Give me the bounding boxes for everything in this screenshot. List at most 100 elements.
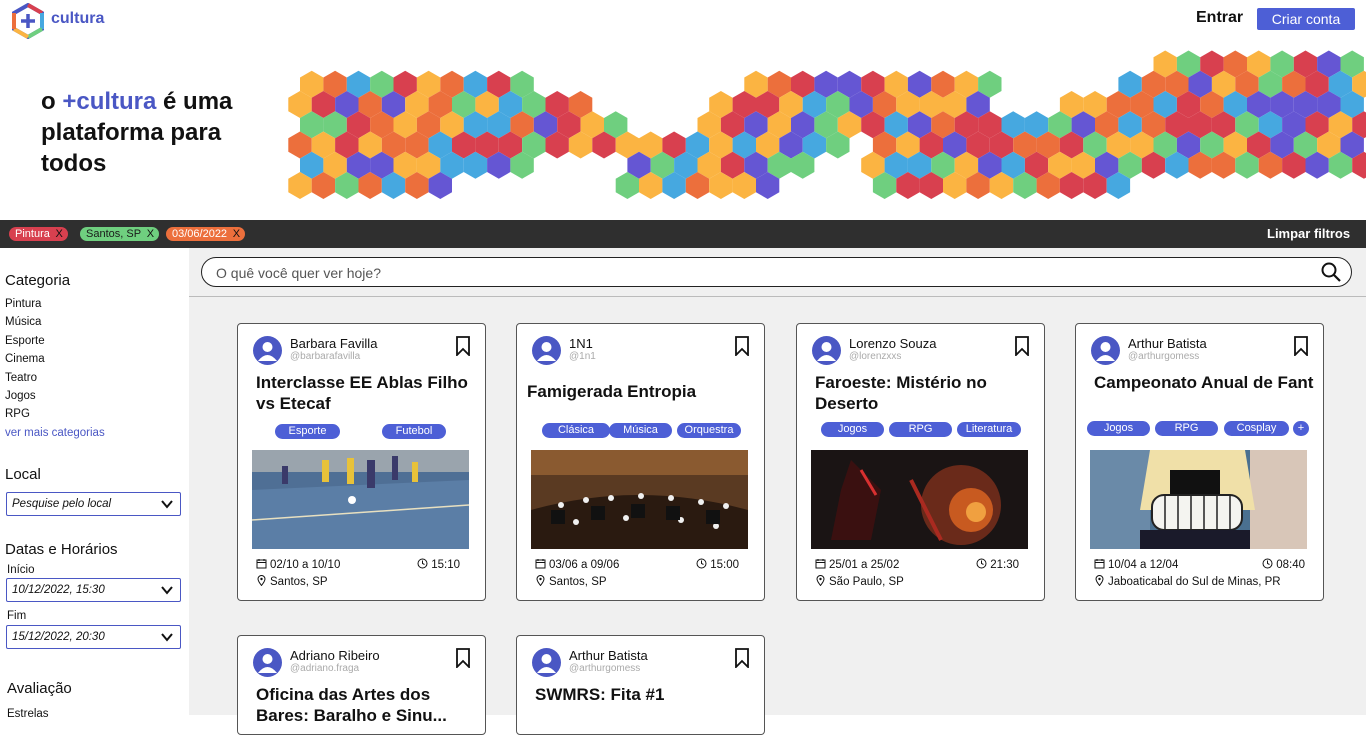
category-item[interactable]: Jogos [5, 390, 36, 402]
brand-name[interactable]: cultura [51, 10, 104, 28]
user-avatar-icon[interactable] [812, 336, 841, 365]
filter-chip-date[interactable]: 03/06/2022 X [166, 227, 246, 241]
event-dates: 03/06 a 09/06 [535, 558, 619, 571]
user-avatar-icon[interactable] [253, 336, 282, 365]
start-date-label: Início [7, 564, 35, 576]
event-photo-futsal[interactable] [252, 450, 469, 549]
tag[interactable]: Jogos [1087, 421, 1150, 436]
filter-chip-label: Pintura [15, 228, 50, 240]
login-link[interactable]: Entrar [1196, 9, 1243, 27]
event-date-range: 03/06 a 09/06 [549, 559, 620, 571]
tag[interactable]: Literatura [957, 422, 1021, 437]
bookmark-icon[interactable] [455, 336, 471, 356]
location-select[interactable]: Pesquise pelo local [6, 492, 181, 516]
event-location: São Paulo, SP [815, 575, 904, 588]
logo-hexagon-icon[interactable] [10, 3, 46, 39]
more-categories-link[interactable]: ver mais categorias [5, 427, 105, 439]
category-item[interactable]: Cinema [5, 353, 45, 365]
event-time: 15:00 [696, 558, 739, 571]
bookmark-icon[interactable] [734, 648, 750, 668]
event-location-value: Santos, SP [549, 576, 607, 588]
user-avatar-icon[interactable] [253, 648, 282, 677]
hero-title-accent: +cultura [62, 88, 157, 115]
event-photo-cosplay[interactable] [1090, 450, 1307, 549]
chevron-down-icon [161, 500, 173, 509]
end-date-value: 15/12/2022, 20:30 [12, 631, 105, 643]
tag[interactable]: Cosplay [1224, 421, 1289, 436]
hero-title-line3: todos [41, 150, 107, 177]
user-avatar-icon[interactable] [532, 336, 561, 365]
tag[interactable]: Música [609, 423, 672, 438]
event-location: Jaboaticabal do Sul de Minas, PR [1094, 575, 1281, 588]
bookmark-icon[interactable] [1014, 336, 1030, 356]
category-item[interactable]: Pintura [5, 298, 41, 310]
event-time: 15:10 [417, 558, 460, 571]
event-title[interactable]: Interclasse EE Ablas Filho vs Etecaf [256, 372, 476, 414]
end-date-select[interactable]: 15/12/2022, 20:30 [6, 625, 181, 649]
event-date-range: 10/04 a 12/04 [1108, 559, 1179, 571]
user-avatar-icon[interactable] [1091, 336, 1120, 365]
bookmark-icon[interactable] [1293, 336, 1309, 356]
event-title[interactable]: Faroeste: Mistério no Deserto [815, 372, 1035, 414]
tag[interactable]: RPG [889, 422, 952, 437]
author-handle: @arthurgomess [569, 663, 641, 674]
category-item[interactable]: Esporte [5, 335, 45, 347]
tag[interactable]: Esporte [275, 424, 340, 439]
search-icon[interactable] [1321, 262, 1341, 282]
remove-filter-icon[interactable]: X [233, 227, 240, 241]
author-name[interactable]: Arthur Batista [1128, 336, 1207, 351]
event-title[interactable]: Oficina das Artes dos Bares: Baralho e S… [256, 684, 476, 726]
event-title[interactable]: Famigerada Entropia [527, 381, 747, 402]
event-card[interactable]: 1N1 @1n1 Famigerada Entropia Clásica Mús… [516, 323, 765, 601]
tag[interactable]: Futebol [382, 424, 446, 439]
event-card[interactable]: Adriano Ribeiro @adriano.fraga Oficina d… [237, 635, 486, 735]
event-location-value: Jaboaticabal do Sul de Minas, PR [1108, 576, 1281, 588]
author-name[interactable]: 1N1 [569, 336, 593, 351]
event-dates: 10/04 a 12/04 [1094, 558, 1178, 571]
remove-filter-icon[interactable]: X [147, 227, 154, 241]
category-item[interactable]: RPG [5, 408, 30, 420]
clear-filters-button[interactable]: Limpar filtros [1267, 226, 1350, 241]
tag[interactable]: Jogos [821, 422, 884, 437]
filter-chip-location[interactable]: Santos, SP X [80, 227, 160, 241]
location-select-value: Pesquise pelo local [12, 498, 112, 510]
tag-list: Jogos RPG Literatura [797, 422, 1046, 438]
start-date-select[interactable]: 10/12/2022, 15:30 [6, 578, 181, 602]
event-photo-fantasy[interactable] [811, 450, 1028, 549]
local-heading: Local [5, 466, 41, 483]
tag[interactable]: Orquestra [677, 423, 741, 438]
tag[interactable]: Clásica [542, 423, 610, 438]
search-bar[interactable]: O quê você quer ver hoje? [201, 257, 1352, 287]
tag[interactable]: RPG [1155, 421, 1218, 436]
category-item[interactable]: Música [5, 316, 41, 328]
event-card[interactable]: Lorenzo Souza @lorenzxxs Faroeste: Misté… [796, 323, 1045, 601]
event-card[interactable]: Arthur Batista @arthurgomess SWMRS: Fita… [516, 635, 765, 735]
filter-chip-label: 03/06/2022 [172, 228, 228, 240]
event-dates: 02/10 a 10/10 [256, 558, 340, 571]
event-title[interactable]: SWMRS: Fita #1 [535, 684, 755, 705]
signup-button[interactable]: Criar conta [1257, 8, 1355, 30]
event-title[interactable]: Campeonato Anual de Fantasia de League o… [1094, 372, 1314, 393]
category-item[interactable]: Teatro [5, 372, 37, 384]
author-handle: @arthurgomess [1128, 351, 1200, 362]
bookmark-icon[interactable] [455, 648, 471, 668]
event-card[interactable]: Barbara Favilla @barbarafavilla Intercla… [237, 323, 486, 601]
author-name[interactable]: Arthur Batista [569, 648, 648, 663]
author-name[interactable]: Lorenzo Souza [849, 336, 936, 351]
hero-title-suffix: é uma [156, 88, 233, 115]
event-card[interactable]: Arthur Batista @arthurgomess Campeonato … [1075, 323, 1324, 601]
author-name[interactable]: Barbara Favilla [290, 336, 377, 351]
event-time: 08:40 [1262, 558, 1305, 571]
calendar-icon [1094, 559, 1105, 569]
event-photo-orchestra[interactable] [531, 450, 748, 549]
author-name[interactable]: Adriano Ribeiro [290, 648, 380, 663]
filter-chip-category[interactable]: Pintura X [9, 227, 68, 241]
user-avatar-icon[interactable] [532, 648, 561, 677]
event-time-value: 08:40 [1276, 559, 1305, 571]
event-date-range: 02/10 a 10/10 [270, 559, 341, 571]
remove-filter-icon[interactable]: X [56, 227, 63, 241]
event-time-value: 21:30 [990, 559, 1019, 571]
more-tags-button[interactable]: + [1293, 421, 1309, 436]
search-input[interactable]: O quê você quer ver hoje? [216, 265, 381, 281]
bookmark-icon[interactable] [734, 336, 750, 356]
